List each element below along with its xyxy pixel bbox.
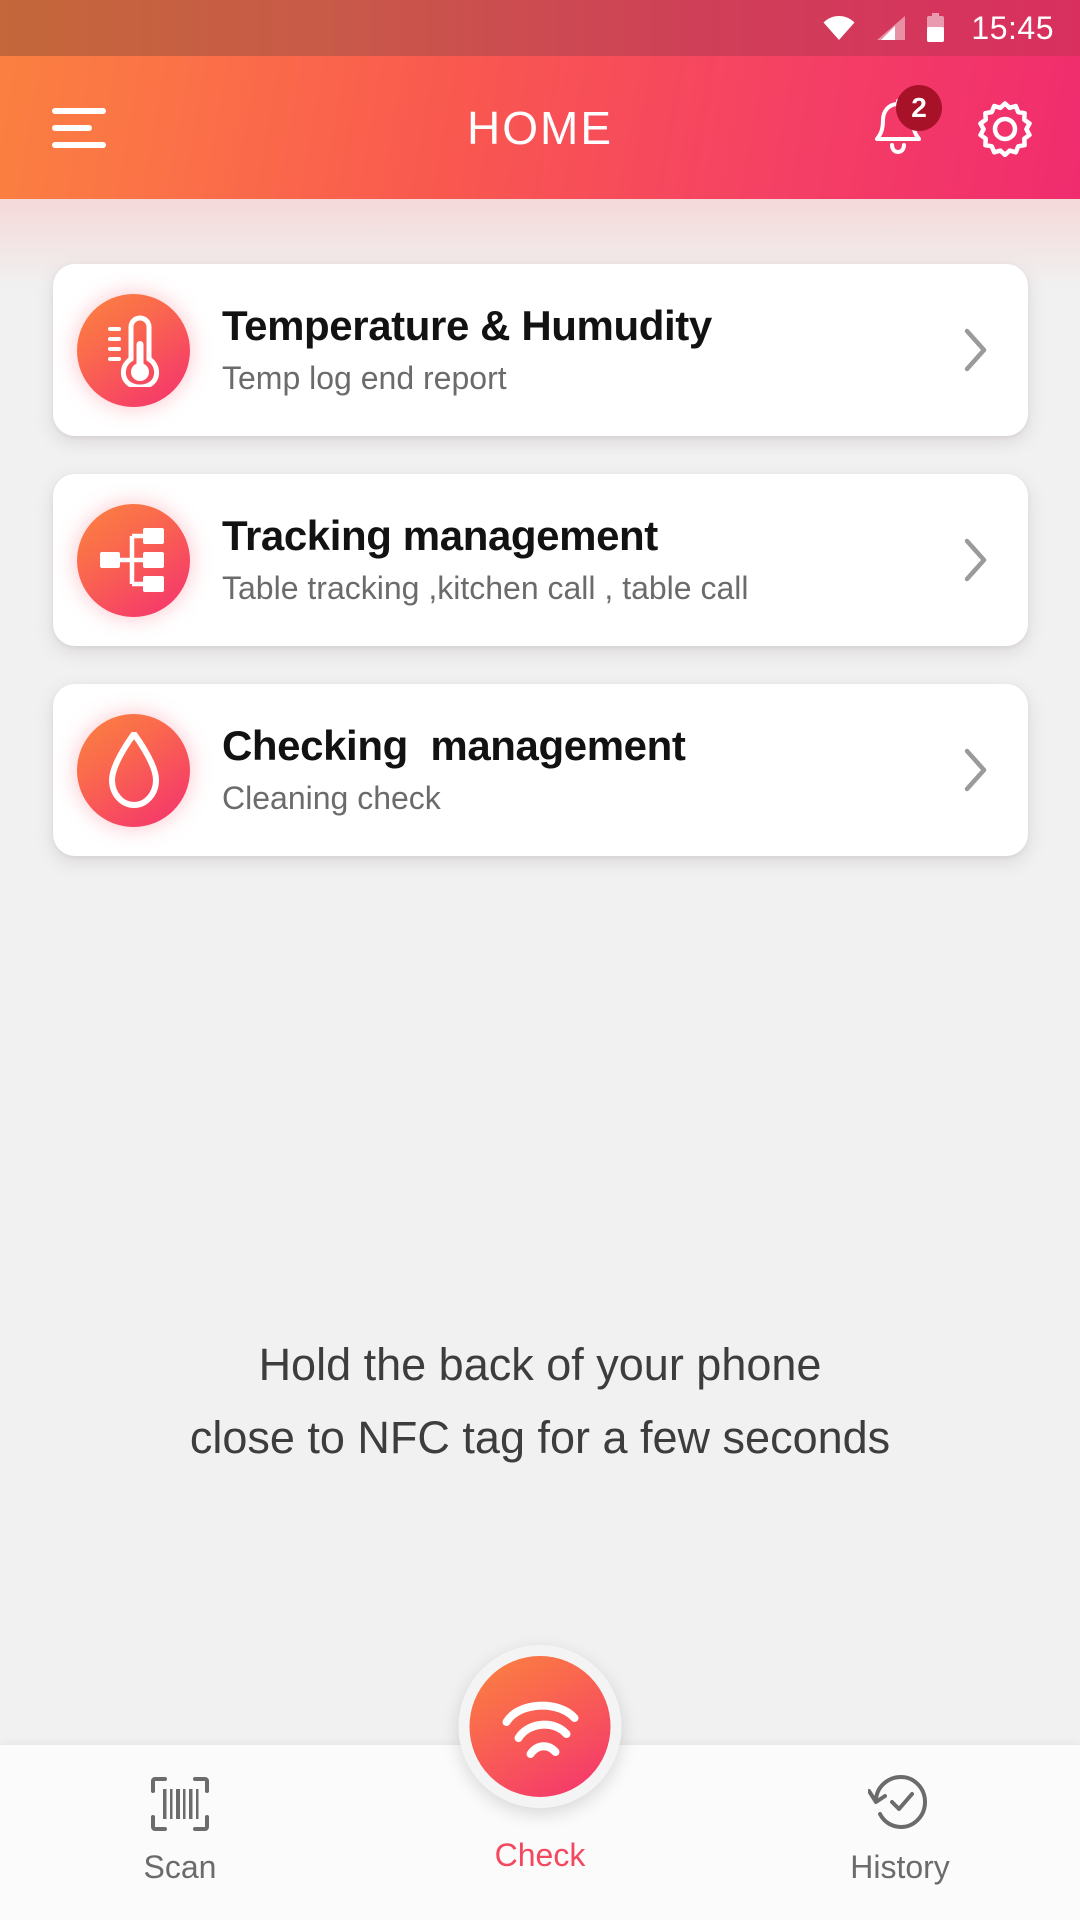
card-title: Temperature & Humudity [222, 302, 712, 350]
notification-badge: 2 [896, 84, 942, 131]
card-subtitle: Temp log end report [222, 360, 507, 397]
cellular-signal-icon [876, 15, 906, 41]
gear-icon [978, 100, 1032, 157]
card-checking-management[interactable]: Checking management Cleaning check [53, 684, 1028, 856]
card-tracking-management[interactable]: Tracking management Table tracking ,kitc… [53, 474, 1028, 646]
card-title: Tracking management [222, 512, 658, 560]
nav-label-history: History [850, 1849, 950, 1885]
card-text: Checking management Cleaning check [190, 722, 956, 818]
clock-rotate-check-icon [868, 1773, 932, 1835]
chevron-right-icon[interactable] [956, 327, 996, 373]
water-drop-icon [77, 713, 190, 827]
card-subtitle: Cleaning check [222, 780, 441, 817]
battery-icon [926, 13, 945, 43]
nav-item-history[interactable]: History [720, 1745, 1080, 1920]
nfc-check-fab-button[interactable] [458, 1645, 622, 1808]
wifi-icon [822, 15, 856, 41]
card-subtitle: Table tracking ,kitchen call , table cal… [222, 570, 749, 607]
main-content: Temperature & Humudity Temp log end repo… [0, 199, 1080, 1920]
thermometer-icon [77, 293, 190, 407]
chevron-right-icon[interactable] [956, 537, 996, 583]
card-text: Temperature & Humudity Temp log end repo… [190, 302, 956, 398]
settings-button[interactable] [976, 99, 1034, 157]
status-bar-clock: 15:45 [971, 9, 1054, 46]
notifications-button[interactable]: 2 [870, 84, 942, 157]
nfc-instruction-line-2: close to NFC tag for a few seconds [189, 1411, 891, 1463]
barcode-scan-icon [149, 1773, 211, 1835]
app-bar-actions: 2 [870, 84, 1034, 157]
phone-screen: 15:45 HOME 2 Temperature & Humudity Temp… [0, 0, 1080, 1920]
status-bar: 15:45 [0, 0, 1080, 56]
nav-item-scan[interactable]: Scan [0, 1745, 360, 1920]
app-bar: HOME 2 [0, 56, 1080, 199]
fab-label: Check [494, 1837, 586, 1873]
card-title: Checking management [222, 722, 686, 770]
nav-label-scan: Scan [143, 1849, 217, 1885]
nfc-instruction: Hold the back of your phone close to NFC… [0, 1329, 1080, 1475]
nfc-wave-icon [502, 1701, 578, 1758]
card-temperature-humidity[interactable]: Temperature & Humudity Temp log end repo… [53, 264, 1028, 436]
sitemap-icon [77, 503, 190, 617]
nfc-instruction-line-1: Hold the back of your phone [258, 1339, 822, 1390]
card-text: Tracking management Table tracking ,kitc… [190, 512, 956, 608]
chevron-right-icon[interactable] [956, 747, 996, 793]
